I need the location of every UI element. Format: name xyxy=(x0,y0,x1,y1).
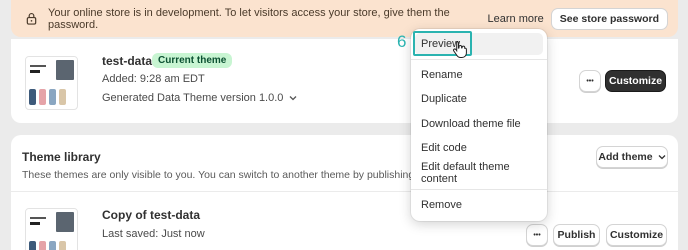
theme-added-time: Added: 9:28 am EDT xyxy=(102,73,205,85)
theme-thumbnail xyxy=(25,56,78,110)
menu-divider xyxy=(411,59,547,60)
add-theme-label: Add theme xyxy=(598,151,653,163)
theme-name: test-data xyxy=(102,54,153,68)
publish-button[interactable]: Publish xyxy=(553,224,600,246)
more-actions-button-open[interactable]: ••• xyxy=(526,224,548,246)
current-theme-badge: Current theme xyxy=(152,53,233,68)
menu-item-rename[interactable]: Rename xyxy=(415,64,543,86)
menu-item-remove[interactable]: Remove xyxy=(415,194,543,216)
hand-pointer-icon xyxy=(452,40,468,61)
menu-divider xyxy=(411,189,547,190)
lock-icon xyxy=(25,12,39,26)
customize-button[interactable]: Customize xyxy=(605,70,666,92)
current-theme-card: test-data Current theme Added: 9:28 am E… xyxy=(11,39,678,123)
theme-version-dropdown[interactable]: Generated Data Theme version 1.0.0 xyxy=(102,92,297,104)
banner-message: Your online store is in development. To … xyxy=(48,6,450,31)
more-icon: ••• xyxy=(586,77,594,85)
library-theme-saved: Last saved: Just now xyxy=(102,228,205,240)
theme-library-card: Theme library These themes are only visi… xyxy=(11,135,678,250)
more-icon: ••• xyxy=(533,231,541,239)
library-theme-name: Copy of test-data xyxy=(102,208,201,222)
dev-store-banner: Your online store is in development. To … xyxy=(11,0,678,37)
divider xyxy=(11,191,678,192)
step-number-annotation: 6 xyxy=(397,32,407,51)
theme-actions-menu: Preview Rename Duplicate Download theme … xyxy=(411,29,547,221)
add-theme-button[interactable]: Add theme xyxy=(596,146,668,168)
chevron-down-icon xyxy=(289,95,297,101)
menu-item-edit-code[interactable]: Edit code xyxy=(415,137,543,159)
theme-library-title: Theme library xyxy=(22,150,101,164)
theme-thumbnail xyxy=(25,208,78,250)
see-store-password-button[interactable]: See store password xyxy=(550,7,668,30)
customize-button[interactable]: Customize xyxy=(606,224,667,246)
menu-item-download-theme-file[interactable]: Download theme file xyxy=(415,113,543,135)
menu-item-edit-default-theme-content[interactable]: Edit default theme content xyxy=(415,161,543,185)
menu-item-duplicate[interactable]: Duplicate xyxy=(415,88,543,110)
theme-version-label: Generated Data Theme version 1.0.0 xyxy=(102,92,284,104)
chevron-down-icon xyxy=(658,154,666,160)
more-actions-button[interactable]: ••• xyxy=(579,70,601,92)
learn-more-link[interactable]: Learn more xyxy=(488,13,544,25)
theme-library-description: These themes are only visible to you. Yo… xyxy=(22,169,435,181)
